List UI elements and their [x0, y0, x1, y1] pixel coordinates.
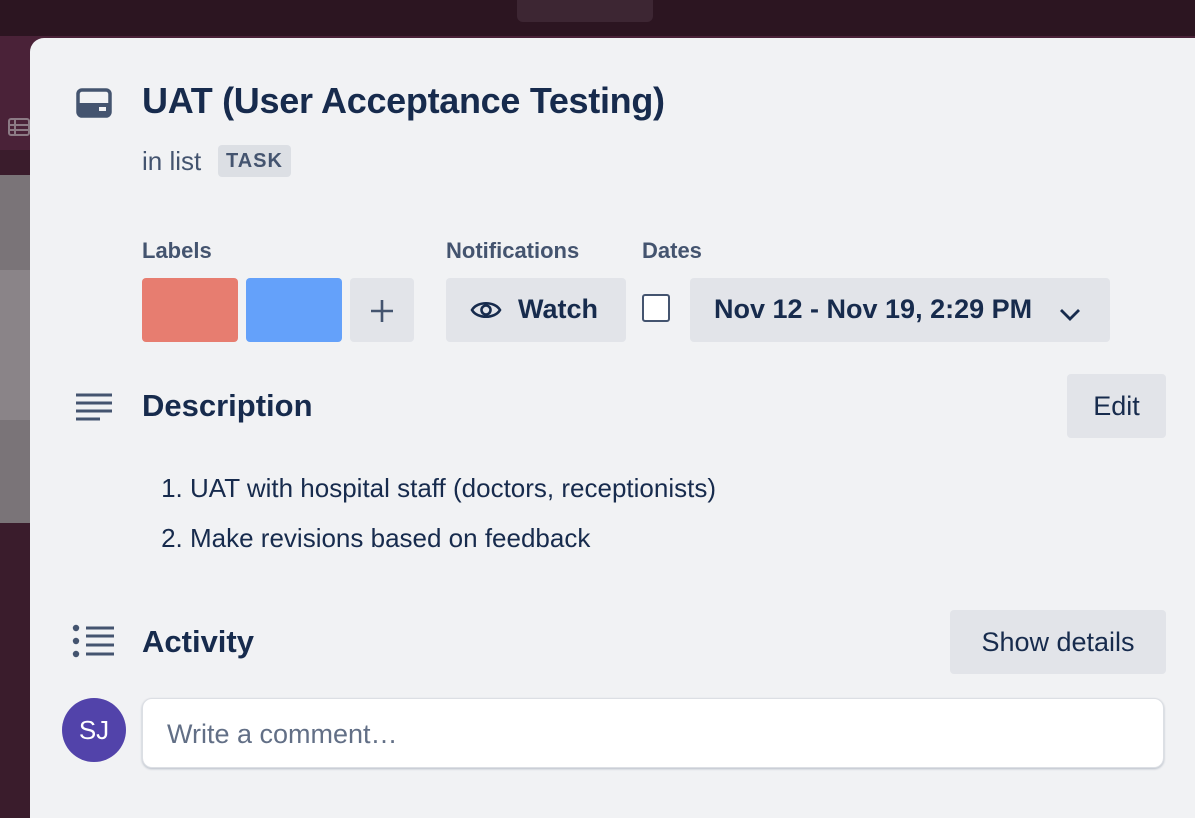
- card-detail-modal: UAT (User Acceptance Testing) in list TA…: [30, 38, 1195, 818]
- table-view-icon[interactable]: [8, 118, 30, 136]
- activity-heading: Activity: [142, 624, 254, 659]
- activity-list-icon: [72, 624, 114, 658]
- watch-label: Watch: [518, 294, 598, 324]
- notifications-heading: Notifications: [446, 238, 580, 263]
- card-icon: [76, 88, 112, 118]
- dates-button[interactable]: Nov 12 - Nov 19, 2:29 PM: [690, 278, 1110, 342]
- card-title[interactable]: UAT (User Acceptance Testing): [142, 80, 665, 122]
- dates-heading: Dates: [642, 238, 702, 263]
- description-item: UAT with hospital staff (doctors, recept…: [190, 468, 716, 518]
- eye-icon: [470, 296, 502, 324]
- board-header-button[interactable]: [517, 0, 653, 22]
- chevron-down-icon: [1058, 300, 1082, 321]
- comment-input[interactable]: Write a comment…: [142, 698, 1164, 768]
- dates-value: Nov 12 - Nov 19, 2:29 PM: [714, 294, 1033, 324]
- watch-button[interactable]: Watch: [446, 278, 626, 342]
- board-header: [0, 0, 1195, 36]
- edit-description-button[interactable]: Edit: [1067, 374, 1166, 438]
- avatar[interactable]: SJ: [62, 698, 126, 762]
- show-details-button[interactable]: Show details: [950, 610, 1166, 674]
- description-lines-icon: [76, 392, 112, 422]
- due-date-complete-checkbox[interactable]: [642, 294, 670, 322]
- list-name-badge[interactable]: TASK: [218, 145, 291, 177]
- label-blue[interactable]: [246, 278, 342, 342]
- description-heading: Description: [142, 388, 313, 423]
- description-list[interactable]: UAT with hospital staff (doctors, recept…: [142, 468, 716, 568]
- add-label-button[interactable]: [350, 278, 414, 342]
- description-item: Make revisions based on feedback: [190, 518, 716, 568]
- in-list-text: in list: [142, 146, 202, 176]
- plus-icon: [369, 290, 395, 328]
- label-red[interactable]: [142, 278, 238, 342]
- labels-heading: Labels: [142, 238, 212, 263]
